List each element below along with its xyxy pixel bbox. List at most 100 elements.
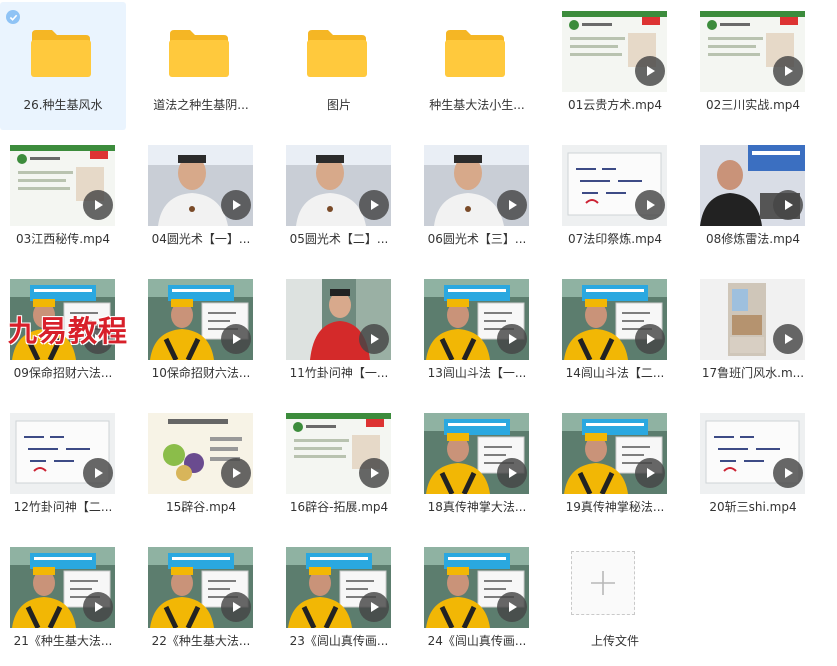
play-icon[interactable] [359, 592, 389, 622]
play-icon[interactable] [497, 458, 527, 488]
file-name-label: 19真传神掌秘法... [565, 500, 665, 514]
file-name-label: 05圆光术【二】... [289, 232, 389, 246]
file-name-label: 21《种生基大法... [13, 634, 113, 648]
video-file-item[interactable]: 12竹卦问神【二... [0, 404, 126, 532]
file-name-label: 04圆光术【一】... [151, 232, 251, 246]
play-icon[interactable] [359, 458, 389, 488]
checkmark-icon[interactable] [6, 10, 20, 24]
file-name-label: 03江西秘传.mp4 [15, 232, 111, 246]
video-file-item[interactable]: 22《种生基大法... [138, 538, 264, 666]
video-file-item[interactable]: 16辟谷-拓展.mp4 [276, 404, 402, 532]
video-file-item[interactable]: 03江西秘传.mp4 [0, 136, 126, 264]
video-thumbnail [286, 279, 391, 360]
video-file-item[interactable]: 08修炼雷法.mp4 [690, 136, 816, 264]
video-file-item[interactable]: 14闾山斗法【二... [552, 270, 678, 398]
video-file-item[interactable]: 15辟谷.mp4 [138, 404, 264, 532]
video-file-item[interactable]: 06圆光术【三】... [414, 136, 540, 264]
file-name-label: 道法之种生基阴... [153, 98, 249, 112]
play-icon[interactable] [221, 592, 251, 622]
file-name-label: 06圆光术【三】... [427, 232, 527, 246]
file-name-label: 09保命招财六法... [13, 366, 113, 380]
video-thumbnail [700, 11, 805, 92]
video-thumbnail [562, 279, 667, 360]
play-icon[interactable] [497, 190, 527, 220]
file-name-label: 种生基大法小生... [429, 98, 525, 112]
video-file-item[interactable]: 17鲁班门风水.m... [690, 270, 816, 398]
file-name-label: 13闾山斗法【一... [427, 366, 527, 380]
play-icon[interactable] [221, 324, 251, 354]
file-name-label: 07法印祭炼.mp4 [567, 232, 663, 246]
file-name-label: 16辟谷-拓展.mp4 [289, 500, 389, 514]
video-file-item[interactable]: 19真传神掌秘法... [552, 404, 678, 532]
play-icon[interactable] [773, 458, 803, 488]
folder-item[interactable]: 图片 [276, 2, 402, 130]
video-file-item[interactable]: 02三川实战.mp4 [690, 2, 816, 130]
file-name-label: 26.种生基风水 [23, 98, 103, 112]
file-name-label: 20斩三shi.mp4 [709, 500, 797, 514]
file-name-label: 上传文件 [590, 634, 639, 648]
video-file-item[interactable]: 01云贵方术.mp4 [552, 2, 678, 130]
play-icon[interactable] [497, 592, 527, 622]
video-file-item[interactable]: 23《闾山真传画... [276, 538, 402, 666]
play-icon[interactable] [497, 324, 527, 354]
play-icon[interactable] [359, 324, 389, 354]
plus-icon[interactable] [571, 551, 635, 615]
file-name-label: 10保命招财六法... [151, 366, 251, 380]
video-file-item[interactable]: 07法印祭炼.mp4 [552, 136, 678, 264]
folder-item[interactable]: 26.种生基风水 [0, 2, 126, 130]
video-thumbnail [10, 547, 115, 628]
file-name-label: 02三川实战.mp4 [705, 98, 801, 112]
video-file-item[interactable]: 11竹卦问神【一... [276, 270, 402, 398]
play-icon[interactable] [83, 592, 113, 622]
video-file-item[interactable]: 24《闾山真传画... [414, 538, 540, 666]
video-thumbnail [562, 11, 667, 92]
play-icon[interactable] [635, 190, 665, 220]
video-thumbnail [562, 413, 667, 494]
video-thumbnail [700, 279, 805, 360]
video-file-item[interactable]: 20斩三shi.mp4 [690, 404, 816, 532]
video-file-item[interactable]: 05圆光术【二】... [276, 136, 402, 264]
video-thumbnail [424, 413, 529, 494]
video-file-item[interactable]: 04圆光术【一】... [138, 136, 264, 264]
video-thumbnail [148, 279, 253, 360]
file-name-label: 图片 [326, 98, 351, 112]
folder-icon [168, 28, 230, 78]
play-icon[interactable] [773, 56, 803, 86]
play-icon[interactable] [83, 458, 113, 488]
video-thumbnail [10, 145, 115, 226]
video-thumbnail [286, 413, 391, 494]
file-name-label: 17鲁班门风水.m... [701, 366, 805, 380]
file-name-label: 23《闾山真传画... [289, 634, 389, 648]
watermark-text: 九易教程 [8, 314, 129, 348]
play-icon[interactable] [83, 190, 113, 220]
video-file-item[interactable]: 18真传神掌大法... [414, 404, 540, 532]
video-file-item[interactable]: 13闾山斗法【一... [414, 270, 540, 398]
video-thumbnail [286, 547, 391, 628]
video-thumbnail [562, 145, 667, 226]
file-name-label: 14闾山斗法【二... [565, 366, 665, 380]
video-thumbnail [424, 145, 529, 226]
video-thumbnail [148, 145, 253, 226]
video-thumbnail [148, 413, 253, 494]
play-icon[interactable] [635, 56, 665, 86]
play-icon[interactable] [221, 458, 251, 488]
play-icon[interactable] [221, 190, 251, 220]
file-name-label: 24《闾山真传画... [427, 634, 527, 648]
video-file-item[interactable]: 10保命招财六法... [138, 270, 264, 398]
folder-item[interactable]: 种生基大法小生... [414, 2, 540, 130]
play-icon[interactable] [773, 190, 803, 220]
play-icon[interactable] [635, 324, 665, 354]
video-file-item[interactable]: 21《种生基大法... [0, 538, 126, 666]
file-name-label: 11竹卦问神【一... [289, 366, 389, 380]
play-icon[interactable] [359, 190, 389, 220]
folder-item[interactable]: 道法之种生基阴... [138, 2, 264, 130]
video-thumbnail [424, 279, 529, 360]
upload-tile[interactable]: 上传文件 [552, 538, 678, 666]
file-name-label: 15辟谷.mp4 [165, 500, 237, 514]
play-icon[interactable] [635, 458, 665, 488]
file-name-label: 01云贵方术.mp4 [567, 98, 663, 112]
play-icon[interactable] [773, 324, 803, 354]
video-thumbnail [286, 145, 391, 226]
video-thumbnail [700, 413, 805, 494]
video-thumbnail [424, 547, 529, 628]
